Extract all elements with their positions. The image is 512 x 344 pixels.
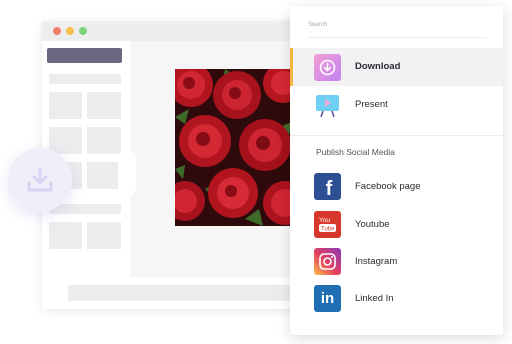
menu-item-label: Instagram (355, 256, 398, 267)
youtube-icon: You Tube (314, 211, 341, 238)
menu-item-linkedin[interactable]: in Linked In (290, 280, 503, 318)
window-titlebar (42, 21, 304, 41)
sidebar-tile (87, 162, 121, 189)
menu-item-label: Download (355, 61, 401, 72)
svg-text:Tube: Tube (321, 227, 335, 233)
roses-image (175, 69, 294, 226)
menu-item-label: Facebook page (355, 181, 421, 192)
instagram-icon (314, 248, 341, 275)
sidebar-tile (87, 222, 121, 249)
present-icon (314, 92, 341, 119)
menu-item-youtube[interactable]: You Tube Youtube (290, 206, 503, 244)
sidebar-line (49, 204, 121, 214)
close-dot (53, 27, 61, 35)
menu-item-download[interactable]: Download (290, 48, 503, 86)
editor-bottom-bar (42, 277, 304, 309)
svg-text:You: You (319, 217, 330, 224)
menu-divider (290, 135, 503, 136)
download-tray-icon (27, 167, 53, 192)
menu-item-facebook[interactable]: f Facebook page (290, 168, 503, 206)
facebook-icon: f (314, 173, 341, 200)
minimize-dot (66, 27, 74, 35)
menu-item-label: Linked In (355, 293, 394, 304)
download-icon (314, 54, 341, 81)
sidebar-line (49, 74, 121, 84)
share-menu: Search Download Present Publish Social M… (290, 6, 503, 335)
download-fab[interactable] (8, 148, 72, 212)
menu-item-label: Youtube (355, 219, 390, 230)
maximize-dot (79, 27, 87, 35)
sidebar-tile (49, 222, 82, 249)
search-underline (308, 37, 486, 38)
linkedin-icon: in (314, 285, 341, 312)
menu-item-label: Present (355, 99, 388, 110)
sidebar-header-bar (47, 48, 122, 63)
sidebar-tile (49, 127, 82, 154)
menu-item-instagram[interactable]: Instagram (290, 243, 503, 281)
active-indicator (290, 48, 293, 86)
social-section-heading: Publish Social Media (316, 147, 395, 157)
timeline-bar (68, 285, 298, 301)
menu-item-present[interactable]: Present (290, 86, 503, 124)
sidebar-tile (87, 92, 121, 119)
search-placeholder[interactable]: Search (308, 22, 327, 28)
sidebar-notch (118, 150, 136, 196)
roses-photo (175, 69, 294, 226)
sidebar-tile (49, 92, 82, 119)
sidebar-tile (87, 127, 121, 154)
